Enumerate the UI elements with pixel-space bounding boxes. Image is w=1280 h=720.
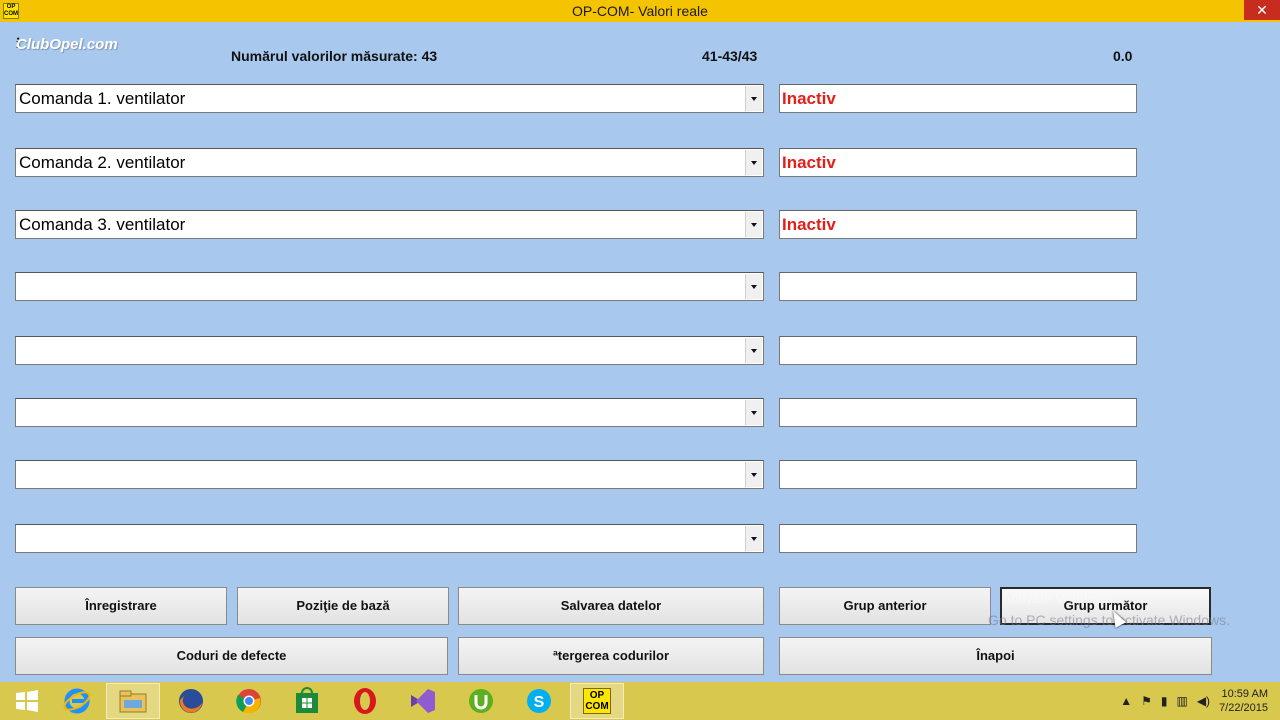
battery-icon[interactable]: ▮ — [1161, 694, 1168, 708]
header-value: 0.0 — [1113, 48, 1133, 64]
show-hidden-icons-icon[interactable]: ▲ — [1120, 694, 1132, 708]
parameter-value-text: Inactiv — [782, 215, 836, 234]
parameter-value-6 — [779, 398, 1137, 427]
parameter-select-label: Comanda 2. ventilator — [19, 153, 186, 172]
system-tray: ▲ ⚑ ▮ ▥ ◀) 10:59 AM 7/22/2015 — [1120, 682, 1268, 720]
parameter-value-4 — [779, 272, 1137, 301]
opera-icon[interactable] — [338, 683, 392, 719]
svg-text:S: S — [534, 694, 545, 711]
window-title: OP-COM- Valori reale — [572, 3, 708, 19]
firefox-icon[interactable] — [164, 683, 218, 719]
store-icon[interactable] — [280, 683, 334, 719]
close-button[interactable]: ✕ — [1244, 0, 1280, 20]
fault-codes-button[interactable]: Coduri de defecte — [15, 637, 448, 675]
chevron-down-icon[interactable] — [745, 150, 762, 175]
title-bar: OP COM OP-COM- Valori reale ✕ — [0, 0, 1280, 22]
internet-explorer-icon[interactable] — [50, 683, 104, 719]
activate-windows-title: Activate Windows — [1002, 590, 1113, 606]
chevron-down-icon[interactable] — [745, 462, 762, 487]
base-position-button[interactable]: Poziţie de bază — [237, 587, 449, 625]
utorrent-icon[interactable] — [454, 683, 508, 719]
chevron-down-icon[interactable] — [745, 274, 762, 299]
volume-icon[interactable]: ◀) — [1197, 694, 1210, 708]
clock[interactable]: 10:59 AM 7/22/2015 — [1219, 687, 1268, 715]
parameter-value-2: Inactiv — [779, 148, 1137, 177]
chevron-down-icon[interactable] — [745, 400, 762, 425]
parameter-select-label: Comanda 3. ventilator — [19, 215, 186, 234]
parameter-value-7 — [779, 460, 1137, 489]
flag-icon[interactable]: ⚑ — [1141, 694, 1152, 708]
chrome-icon[interactable] — [222, 683, 276, 719]
chevron-down-icon[interactable] — [745, 212, 762, 237]
parameter-select-label: Comanda 1. ventilator — [19, 89, 186, 108]
file-explorer-icon[interactable] — [106, 683, 160, 719]
value-range-indicator: 41-43/43 — [702, 48, 758, 64]
skype-icon[interactable]: S — [512, 683, 566, 719]
start-button[interactable] — [0, 683, 54, 719]
measured-values-count: Numărul valorilor măsurate: 43 — [231, 48, 438, 64]
parameter-select-3[interactable]: Comanda 3. ventilator — [15, 210, 764, 239]
parameter-value-text: Inactiv — [782, 153, 836, 172]
windows-logo-icon — [16, 690, 38, 712]
clock-date: 7/22/2015 — [1219, 702, 1268, 714]
main-panel: i ClubOpel.com Numărul valorilor măsurat… — [0, 22, 1280, 682]
taskbar: S OP COM ▲ ⚑ ▮ ▥ ◀) 10:59 AM 7/22/2015 — [0, 682, 1280, 720]
clock-time: 10:59 AM — [1221, 688, 1268, 700]
chevron-down-icon[interactable] — [745, 338, 762, 363]
parameter-select-8[interactable] — [15, 524, 764, 553]
parameter-value-3: Inactiv — [779, 210, 1137, 239]
parameter-select-4[interactable] — [15, 272, 764, 301]
visual-studio-icon[interactable] — [396, 683, 450, 719]
opcom-taskbar-icon[interactable]: OP COM — [570, 683, 624, 719]
parameter-select-1[interactable]: Comanda 1. ventilator — [15, 84, 764, 113]
clear-codes-button[interactable]: ªtergerea codurilor — [458, 637, 764, 675]
parameter-value-1: Inactiv — [779, 84, 1137, 113]
record-button[interactable]: Înregistrare — [15, 587, 227, 625]
chevron-down-icon[interactable] — [745, 526, 762, 551]
parameter-select-7[interactable] — [15, 460, 764, 489]
parameter-select-6[interactable] — [15, 398, 764, 427]
clubopel-watermark: ClubOpel.com — [16, 36, 118, 53]
parameter-value-5 — [779, 336, 1137, 365]
parameter-select-5[interactable] — [15, 336, 764, 365]
chevron-down-icon[interactable] — [745, 86, 762, 111]
save-data-button[interactable]: Salvarea datelor — [458, 587, 764, 625]
opcom-icon-label: OP COM — [583, 688, 611, 714]
parameter-value-text: Inactiv — [782, 89, 836, 108]
network-icon[interactable]: ▥ — [1176, 694, 1187, 708]
back-button[interactable]: Înapoi — [779, 637, 1212, 675]
parameter-select-2[interactable]: Comanda 2. ventilator — [15, 148, 764, 177]
parameter-value-8 — [779, 524, 1137, 553]
previous-group-button[interactable]: Grup anterior — [779, 587, 991, 625]
